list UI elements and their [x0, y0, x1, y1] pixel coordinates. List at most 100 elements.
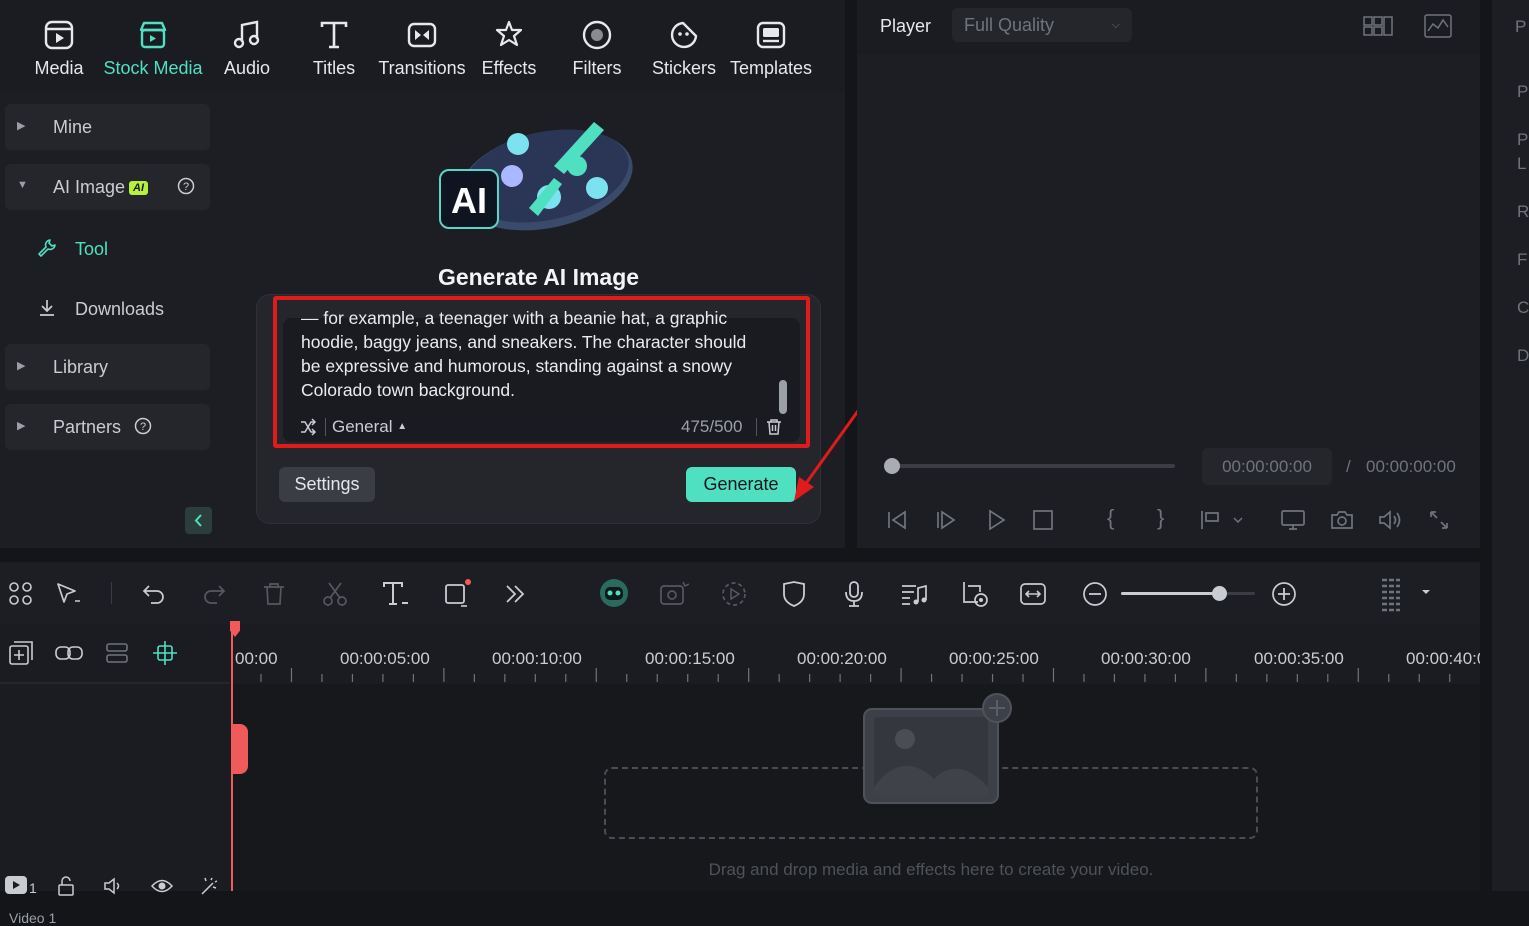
sidebar-item-mine[interactable]: ▶ Mine [5, 104, 210, 150]
smart-cut-icon[interactable] [659, 580, 689, 608]
previous-frame-icon[interactable] [885, 508, 909, 532]
download-icon [37, 298, 57, 318]
tab-audio[interactable]: Audio [216, 18, 278, 84]
svg-text:AI: AI [451, 180, 487, 221]
tab-templates[interactable]: Templates [728, 18, 814, 84]
layout-grid-icon[interactable] [8, 581, 34, 607]
quality-select[interactable]: Full Quality ⌵ [952, 8, 1132, 42]
link-clips-icon[interactable] [54, 640, 84, 666]
mask-shield-icon[interactable] [781, 580, 807, 608]
shuffle-icon[interactable] [299, 418, 317, 436]
crop-shape-icon[interactable] [443, 578, 473, 608]
collapse-sidebar-button[interactable] [185, 507, 212, 534]
magnet-snap-icon[interactable] [152, 640, 178, 666]
undo-icon[interactable] [141, 581, 167, 607]
media-panel: Media Stock Media Audio Titles Transitio… [0, 0, 845, 548]
tab-stock-media-label: Stock Media [103, 58, 203, 78]
tab-titles[interactable]: Titles [304, 18, 364, 84]
text-tool-icon[interactable] [382, 581, 410, 607]
zoom-out-icon[interactable] [1082, 581, 1108, 607]
tab-media[interactable]: Media [24, 18, 94, 84]
add-media-placeholder-icon [862, 693, 1014, 807]
style-dropdown[interactable]: General ▲ [332, 417, 407, 437]
next-frame-icon[interactable] [934, 508, 958, 532]
current-time-display[interactable]: 00:00:00:00 [1202, 448, 1332, 485]
lock-icon[interactable] [56, 876, 76, 896]
track-start-marker [231, 724, 248, 774]
trash-icon[interactable] [766, 418, 782, 436]
mark-in-icon[interactable]: { [1107, 505, 1114, 531]
svg-text:?: ? [183, 181, 189, 193]
scissors-icon[interactable] [322, 581, 348, 607]
caret-right-icon: ▶ [17, 360, 26, 372]
sidebar-item-tool-label: Tool [75, 239, 109, 259]
audio-mixer-icon[interactable] [900, 580, 928, 608]
caret-right-icon: ▶ [17, 420, 26, 432]
help-icon[interactable]: ? [134, 417, 152, 435]
grid-view-icon[interactable] [1362, 14, 1394, 38]
ruler-label: 00:00:15:00 [645, 649, 735, 668]
audio-note-icon [230, 18, 264, 52]
magic-wand-icon[interactable] [199, 876, 221, 896]
chevron-left-icon [194, 514, 202, 527]
tab-effects[interactable]: Effects [478, 18, 540, 84]
tab-stickers-label: Stickers [651, 58, 716, 78]
help-icon[interactable]: ? [177, 177, 195, 195]
playback-progress-handle[interactable] [884, 458, 900, 474]
add-track-icon[interactable] [8, 640, 34, 666]
zoom-in-icon[interactable] [1271, 581, 1297, 607]
microphone-icon[interactable] [842, 580, 866, 608]
generate-button[interactable]: Generate [686, 467, 796, 502]
templates-icon [754, 18, 788, 52]
tab-transitions[interactable]: Transitions [376, 18, 468, 84]
divider [0, 682, 230, 684]
style-dropdown-value: General [332, 417, 393, 436]
tab-titles-label: Titles [312, 58, 356, 78]
stock-media-icon [136, 18, 170, 52]
snapshot-camera-icon[interactable] [1330, 508, 1354, 532]
player-label: Player [880, 16, 932, 36]
sidebar-item-library[interactable]: ▶ Library [5, 344, 210, 390]
tab-media-label: Media [34, 58, 84, 78]
render-preview-icon[interactable] [960, 580, 990, 608]
sidebar-item-downloads-label: Downloads [75, 299, 165, 319]
tab-filters[interactable]: Filters [566, 18, 628, 84]
prompt-text[interactable]: — for example, a teenager with a beanie … [301, 308, 771, 402]
marker-icon[interactable] [1199, 508, 1245, 532]
ripple-icon[interactable] [103, 640, 131, 666]
media-icon [42, 18, 76, 52]
select-cursor-icon[interactable] [55, 581, 83, 607]
tab-stickers[interactable]: Stickers [650, 18, 718, 84]
eye-visibility-icon[interactable] [151, 877, 173, 895]
redo-icon[interactable] [201, 581, 227, 607]
playback-progress-track[interactable] [887, 464, 1175, 468]
stop-icon[interactable] [1031, 508, 1055, 532]
more-tools-icon[interactable] [503, 581, 527, 607]
volume-icon[interactable] [1377, 508, 1403, 532]
display-settings-icon[interactable] [1280, 508, 1306, 532]
fit-width-icon[interactable] [1019, 580, 1047, 608]
settings-button[interactable]: Settings [279, 467, 375, 502]
ruler-label: 00:00:05:00 [340, 649, 430, 668]
waveform-chart-icon[interactable] [1423, 13, 1453, 39]
auto-reframe-icon[interactable] [720, 580, 748, 608]
fullscreen-icon[interactable] [1427, 508, 1451, 532]
prompt-scrollbar[interactable] [779, 380, 787, 414]
tab-stock-media[interactable]: Stock Media [100, 18, 206, 84]
track-height-icon[interactable] [1380, 576, 1432, 612]
properties-panel-edge: P P P L R F C D [1492, 0, 1529, 891]
mark-out-icon[interactable]: } [1157, 505, 1164, 531]
ruler-label: 00:00:35:00 [1254, 649, 1344, 668]
prompt-line: — for example, a teenager with a beanie … [301, 308, 728, 328]
play-icon[interactable] [984, 508, 1008, 532]
ai-badge: AI [129, 181, 149, 195]
sidebar-item-partners[interactable]: ▶ Partners ? [5, 404, 210, 450]
video-track-icon[interactable] [4, 874, 28, 896]
ai-copilot-icon[interactable] [598, 577, 630, 609]
delete-icon[interactable] [262, 581, 286, 607]
sidebar-item-ai-image[interactable]: ▼ AI Image AI ? [5, 164, 210, 210]
zoom-slider-track[interactable] [1121, 586, 1255, 601]
zoom-slider-handle[interactable] [1211, 586, 1227, 601]
chevron-down-icon: ⌵ [1111, 19, 1120, 31]
track-volume-icon[interactable] [103, 876, 125, 896]
